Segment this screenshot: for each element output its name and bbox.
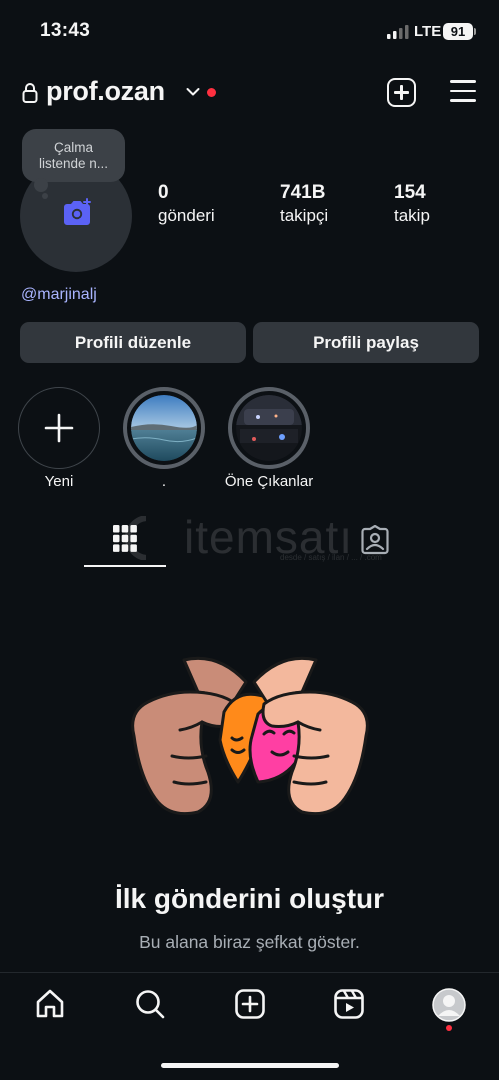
- stat-following-value: 154: [394, 182, 426, 203]
- battery-tip: [474, 28, 476, 35]
- highlight-story-1[interactable]: [123, 387, 205, 469]
- active-tab-indicator: [84, 565, 166, 567]
- highlight-label-2: .: [161, 473, 167, 490]
- network-type: LTE: [414, 23, 442, 40]
- highlight-label-3: Öne Çıkanlar: [224, 473, 314, 490]
- stat-posts[interactable]: 0 gönderi: [158, 182, 215, 226]
- highlight-story-2[interactable]: [228, 387, 310, 469]
- menu-icon[interactable]: [450, 80, 476, 102]
- new-highlight-button[interactable]: [18, 387, 100, 469]
- reels-icon[interactable]: [333, 988, 365, 1020]
- nav-divider: [0, 972, 499, 973]
- highlight-label-new: Yeni: [44, 473, 74, 490]
- hands-heart-illustration: [131, 656, 369, 816]
- profile-avatar-icon[interactable]: [432, 988, 466, 1022]
- highlight-sea-photo: [131, 395, 197, 461]
- stat-followers-label: takipçi: [280, 206, 329, 225]
- create-icon[interactable]: [234, 988, 266, 1020]
- stat-posts-label: gönderi: [158, 206, 215, 225]
- add-photo-camera-icon[interactable]: [61, 198, 93, 228]
- tagged-tab-icon[interactable]: [360, 525, 390, 555]
- note-tail-small: [42, 193, 48, 199]
- note-tail: [34, 178, 48, 192]
- grid-tab-icon[interactable]: [113, 525, 137, 552]
- highlight-car-night-photo: [236, 395, 302, 461]
- threads-handle-link[interactable]: @marjinalj: [21, 286, 97, 304]
- edit-profile-button[interactable]: Profili düzenle: [20, 322, 246, 363]
- chevron-down-icon[interactable]: [186, 87, 200, 97]
- note-line-1: Çalma: [53, 140, 93, 155]
- note-line-2: listende n...: [38, 156, 109, 171]
- home-indicator[interactable]: [161, 1063, 339, 1068]
- search-icon[interactable]: [134, 988, 166, 1020]
- stat-followers-value: 741B: [280, 182, 326, 203]
- empty-state-title: İlk gönderini oluştur: [114, 883, 385, 914]
- note-bubble[interactable]: Çalma listende n...: [22, 129, 125, 182]
- stat-posts-value: 0: [158, 182, 169, 203]
- signal-icon: [387, 25, 409, 39]
- profile-notification-dot: [446, 1025, 452, 1031]
- plus-icon: [44, 413, 73, 442]
- empty-state-subtitle: Bu alana biraz şefkat göster.: [139, 932, 360, 952]
- battery-icon: 91: [443, 23, 473, 40]
- stat-following-label: takip: [394, 206, 430, 225]
- status-time: 13:43: [40, 20, 91, 41]
- notification-dot: [207, 88, 216, 97]
- share-profile-button[interactable]: Profili paylaş: [253, 322, 479, 363]
- lock-icon: [22, 83, 38, 103]
- stat-following[interactable]: 154 takip: [394, 182, 430, 226]
- create-post-button[interactable]: [387, 78, 416, 107]
- account-username[interactable]: prof.ozan: [46, 76, 165, 107]
- home-icon[interactable]: [34, 988, 66, 1020]
- stat-followers[interactable]: 741B takipçi: [280, 182, 328, 226]
